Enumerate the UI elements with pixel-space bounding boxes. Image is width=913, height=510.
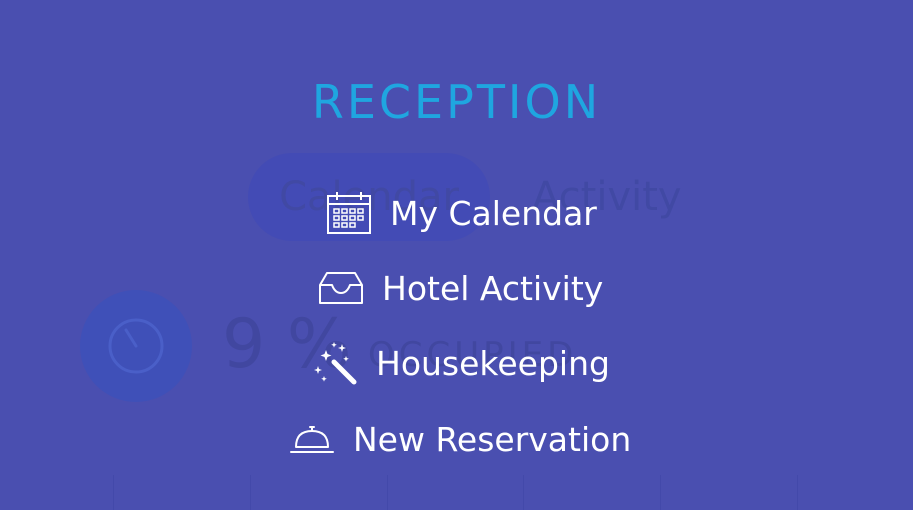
service-bell-icon bbox=[289, 422, 335, 456]
grid-divider bbox=[797, 475, 798, 510]
menu-item-label: New Reservation bbox=[353, 419, 632, 459]
calendar-icon bbox=[326, 191, 372, 235]
clock-icon bbox=[108, 318, 164, 374]
grid-divider bbox=[660, 475, 661, 510]
magic-wand-icon bbox=[312, 340, 358, 386]
menu-item-new-reservation[interactable]: New Reservation bbox=[289, 414, 631, 464]
menu-item-my-calendar[interactable]: My Calendar bbox=[326, 188, 597, 238]
occupancy-gauge bbox=[80, 290, 192, 402]
menu-item-label: Housekeeping bbox=[376, 343, 610, 383]
grid-divider bbox=[523, 475, 524, 510]
grid-divider bbox=[113, 475, 114, 510]
grid-divider bbox=[387, 475, 388, 510]
inbox-icon bbox=[318, 271, 364, 305]
menu-item-label: My Calendar bbox=[390, 193, 597, 233]
menu-item-label: Hotel Activity bbox=[382, 268, 604, 308]
menu-item-hotel-activity[interactable]: Hotel Activity bbox=[318, 263, 603, 313]
grid-divider bbox=[250, 475, 251, 510]
menu-title: RECEPTION bbox=[311, 75, 602, 129]
menu-item-housekeeping[interactable]: Housekeeping bbox=[312, 337, 610, 389]
